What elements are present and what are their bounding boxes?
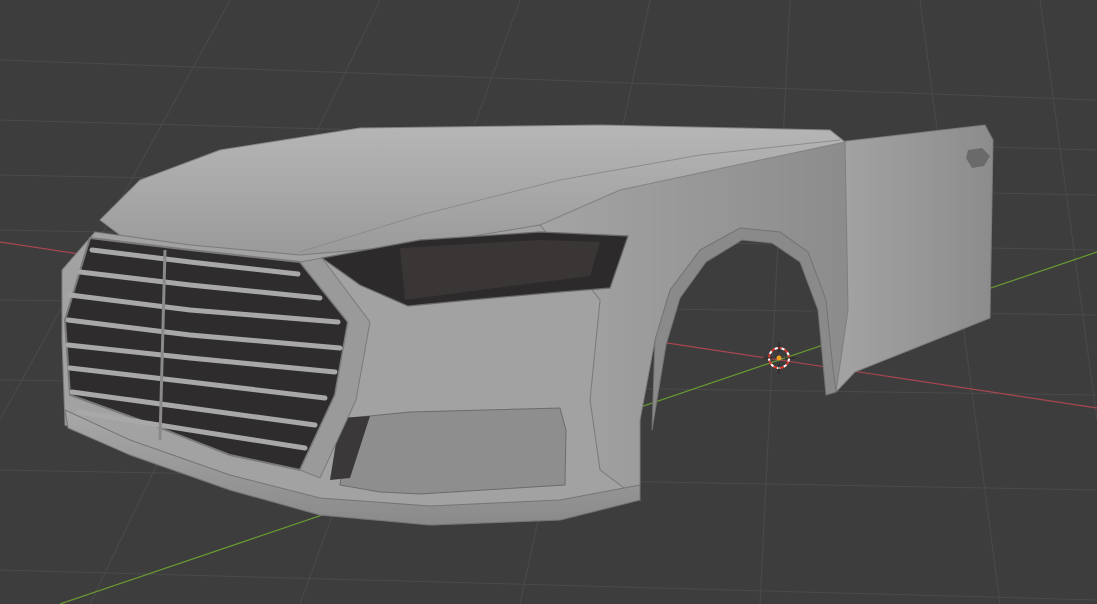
origin-dot <box>776 355 782 361</box>
viewport-canvas[interactable] <box>0 0 1097 604</box>
car-front-body-mesh[interactable] <box>61 124 994 526</box>
3d-cursor-icon[interactable] <box>763 342 795 374</box>
lower-intake <box>339 407 567 495</box>
door-panel <box>831 124 994 394</box>
3d-viewport[interactable] <box>0 0 1097 604</box>
